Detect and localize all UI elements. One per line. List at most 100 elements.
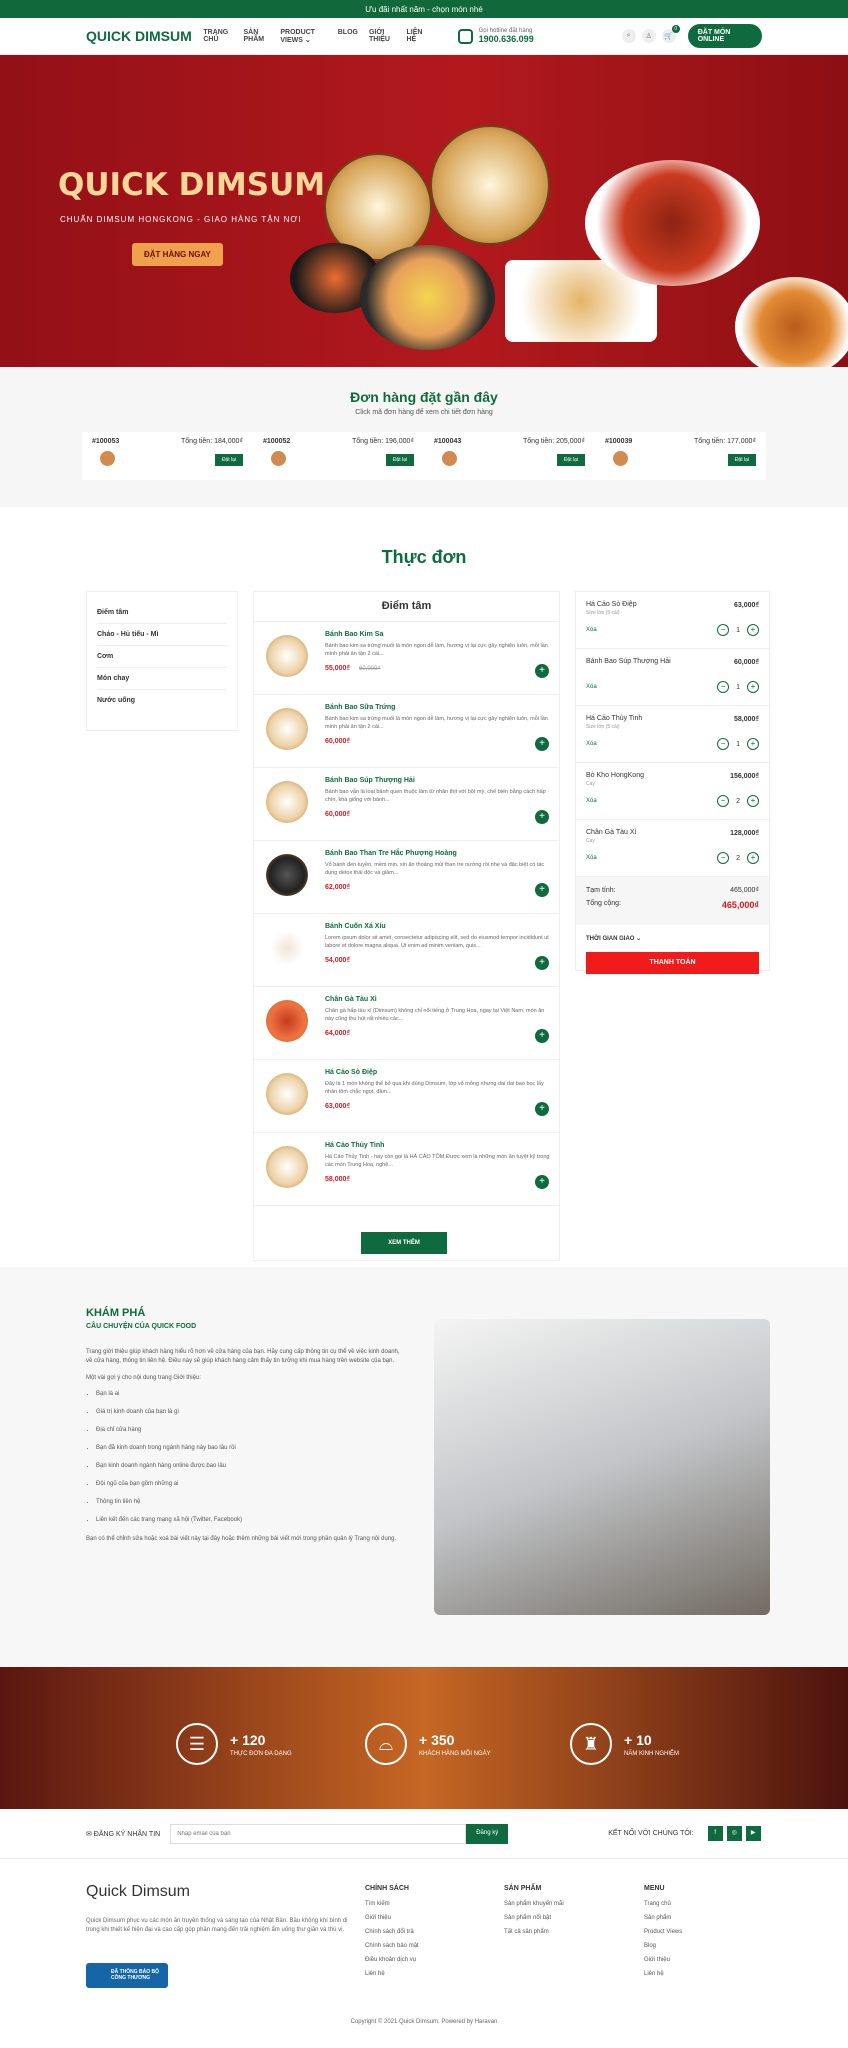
stat-label: NĂM KINH NGHIỆM bbox=[624, 1750, 680, 1757]
add-to-cart-button[interactable]: + bbox=[535, 737, 549, 751]
reorder-button[interactable]: Đặt lại bbox=[556, 454, 585, 466]
add-to-cart-button[interactable]: + bbox=[535, 810, 549, 824]
nav-blog[interactable]: BLOG bbox=[338, 29, 358, 44]
item-name[interactable]: Há Cảo Sò Điệp bbox=[325, 1069, 377, 1076]
item-name[interactable]: Bánh Bao Súp Thượng Hải bbox=[325, 777, 415, 784]
plus-button[interactable]: + bbox=[747, 852, 759, 864]
subscribe-button[interactable]: Đăng ký bbox=[466, 1823, 509, 1844]
category-item[interactable]: Điểm tâm bbox=[97, 602, 227, 624]
add-to-cart-button[interactable]: + bbox=[535, 1175, 549, 1189]
about-content: KHÁM PHÁ CÂU CHUYỆN CỦA QUICK FOOD Trang… bbox=[86, 1307, 406, 1544]
minus-button[interactable]: − bbox=[717, 624, 730, 636]
roast-duck-plate-image bbox=[585, 160, 760, 286]
minus-button[interactable]: − bbox=[717, 795, 730, 807]
footer-link[interactable]: Chính sách bảo mật bbox=[365, 1943, 419, 1949]
view-more-button[interactable]: XEM THÊM bbox=[361, 1232, 447, 1254]
nav-contact[interactable]: LIÊN HỆ bbox=[406, 29, 425, 44]
category-item[interactable]: Cháo - Hủ tiếu - Mì bbox=[97, 624, 227, 646]
item-name[interactable]: Bánh Bao Kim Sa bbox=[325, 631, 383, 638]
minus-button[interactable]: − bbox=[717, 681, 730, 693]
footer-link[interactable]: Chính sách đổi trả bbox=[365, 1929, 419, 1935]
footer-menu-column: MENU Trang chủ Sản phẩm Product Views Blog Gi… bbox=[644, 1885, 682, 1985]
nav-products[interactable]: SẢN PHẨM bbox=[243, 29, 269, 44]
checkout-button[interactable]: THANH TOÁN bbox=[586, 952, 759, 974]
plus-button[interactable]: + bbox=[747, 681, 759, 693]
user-icon[interactable]: ♙ bbox=[641, 29, 656, 43]
footer-link[interactable]: Liên hệ bbox=[365, 1971, 419, 1977]
item-name[interactable]: Há Cảo Thủy Tinh bbox=[325, 1142, 384, 1149]
food-image[interactable] bbox=[266, 854, 308, 896]
remove-button[interactable]: Xóa bbox=[586, 684, 597, 690]
category-item[interactable]: Cơm bbox=[97, 646, 227, 668]
footer-link[interactable]: Trang chủ bbox=[644, 1901, 682, 1907]
footer-link[interactable]: Sản phẩm bbox=[644, 1915, 682, 1921]
reorder-button[interactable]: Đặt lại bbox=[214, 454, 243, 466]
nav-product-views[interactable]: PRODUCT VIEWS ⌄ bbox=[280, 29, 326, 44]
remove-button[interactable]: Xóa bbox=[586, 741, 597, 747]
plus-button[interactable]: + bbox=[747, 795, 759, 807]
cart-item: Bánh Bao Súp Thượng Hải 60,000₫ Xóa −1 + bbox=[576, 649, 769, 706]
minus-button[interactable]: − bbox=[717, 852, 730, 864]
item-price: 64,000₫ bbox=[325, 1030, 351, 1037]
ministry-badge[interactable]: ĐÃ THÔNG BÁO BỘ CÔNG THƯƠNG bbox=[86, 1963, 168, 1988]
quantity-stepper: −2 + bbox=[717, 852, 759, 864]
footer-link[interactable]: Tìm kiếm bbox=[365, 1901, 419, 1907]
hotline[interactable]: Gọi hotline đặt hàng 1900.636.099 bbox=[457, 28, 534, 44]
food-image[interactable] bbox=[266, 927, 308, 969]
remove-button[interactable]: Xóa bbox=[586, 798, 597, 804]
facebook-icon[interactable]: f bbox=[707, 1826, 723, 1841]
remove-button[interactable]: Xóa bbox=[586, 627, 597, 633]
plus-button[interactable]: + bbox=[747, 738, 759, 750]
add-to-cart-button[interactable]: + bbox=[535, 1029, 549, 1043]
footer-link[interactable]: Tất cả sản phẩm bbox=[504, 1929, 564, 1935]
stat-number: + 350 bbox=[419, 1731, 455, 1748]
reorder-button[interactable]: Đặt lại bbox=[727, 454, 756, 466]
footer-link[interactable]: Product Views bbox=[644, 1929, 682, 1935]
add-to-cart-button[interactable]: + bbox=[535, 664, 549, 678]
plus-button[interactable]: + bbox=[747, 624, 759, 636]
cart-summary: Tạm tính: 465,000₫ Tổng cộng: 465,000₫ bbox=[576, 877, 769, 925]
logo[interactable]: QUICK DIMSUM bbox=[86, 28, 203, 44]
delivery-time-dropdown[interactable]: THỜI GIAN GIAO ⌄ bbox=[576, 925, 769, 952]
food-image[interactable] bbox=[266, 1000, 308, 1042]
order-online-button[interactable]: ĐẶT MÓN ONLINE bbox=[687, 24, 762, 48]
reorder-button[interactable]: Đặt lại bbox=[385, 454, 414, 466]
add-to-cart-button[interactable]: + bbox=[535, 1102, 549, 1116]
remove-button[interactable]: Xóa bbox=[586, 855, 597, 861]
nav-home[interactable]: TRANG CHỦ bbox=[203, 29, 232, 44]
instagram-icon[interactable]: ◎ bbox=[726, 1826, 742, 1841]
footer-logo[interactable]: Quick Dimsum bbox=[86, 1883, 190, 1901]
add-to-cart-button[interactable]: + bbox=[535, 956, 549, 970]
nav-about[interactable]: GIỚI THIỆU bbox=[369, 29, 396, 44]
food-image[interactable] bbox=[266, 781, 308, 823]
item-name[interactable]: Bánh Bao Than Tre Hắc Phượng Hoàng bbox=[325, 850, 457, 857]
footer-link[interactable]: Sản phẩm khuyến mãi bbox=[504, 1901, 564, 1907]
menu-item: Há Cảo Thủy Tinh Há Cảo Thủy Tinh - hay c… bbox=[254, 1133, 559, 1206]
item-old-price: 60,000₫ bbox=[359, 666, 381, 672]
food-image[interactable] bbox=[266, 1073, 308, 1115]
category-item[interactable]: Nước uống bbox=[97, 690, 227, 711]
footer-link[interactable]: Liên hệ bbox=[644, 1971, 682, 1977]
add-to-cart-button[interactable]: + bbox=[535, 883, 549, 897]
food-image[interactable] bbox=[266, 1146, 308, 1188]
food-image[interactable] bbox=[266, 708, 308, 750]
item-name[interactable]: Chân Gà Tàu Xì bbox=[325, 996, 377, 1003]
order-now-button[interactable]: ĐẶT HÀNG NGAY bbox=[132, 243, 223, 266]
order-total: Tổng tiền: 196,000₫ bbox=[352, 438, 414, 445]
search-icon[interactable]: ⌕ bbox=[621, 29, 636, 43]
email-input[interactable] bbox=[170, 1823, 467, 1844]
order-total: Tổng tiền: 205,000₫ bbox=[523, 438, 585, 445]
food-image[interactable] bbox=[266, 635, 308, 677]
minus-button[interactable]: − bbox=[717, 738, 730, 750]
category-item[interactable]: Món chay bbox=[97, 668, 227, 690]
item-name[interactable]: Bánh Cuốn Xá Xíu bbox=[325, 923, 386, 930]
item-name[interactable]: Bánh Bao Sữa Trứng bbox=[325, 704, 395, 711]
footer-link[interactable]: Blog bbox=[644, 1943, 682, 1949]
about-title: KHÁM PHÁ bbox=[86, 1307, 146, 1319]
footer-link[interactable]: Giới thiệu bbox=[644, 1957, 682, 1963]
cart-icon[interactable]: 🛒 0 bbox=[661, 25, 680, 43]
footer-link[interactable]: Giới thiệu bbox=[365, 1915, 419, 1921]
footer-link[interactable]: Sản phẩm nổi bật bbox=[504, 1915, 564, 1921]
youtube-icon[interactable]: ▶ bbox=[745, 1826, 761, 1841]
footer-link[interactable]: Điều khoản dịch vụ bbox=[365, 1957, 419, 1963]
